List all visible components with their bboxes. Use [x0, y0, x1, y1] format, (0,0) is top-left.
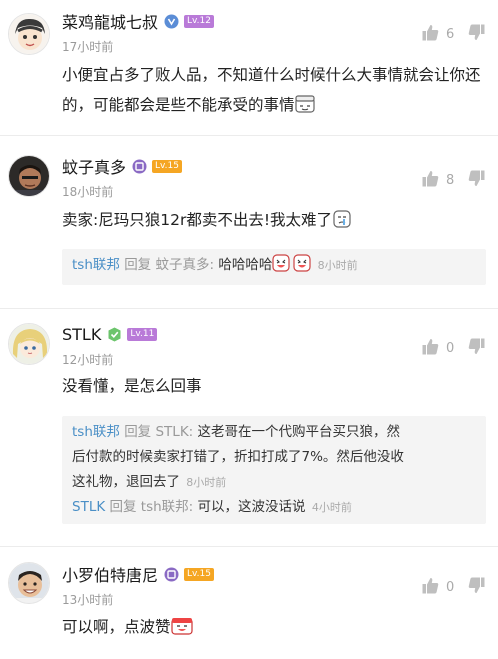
crying-emoji-icon	[332, 208, 352, 238]
comment-item: 菜鸡龍城七叔 Lv.12 17小时前 6 小便宜占多了败人品，不知道什么时候什么…	[0, 0, 498, 140]
laugh-emoji-icon	[293, 254, 311, 281]
reply-item: tsh联邦 回复 STLK: 这老哥在一个代购平台买只狼，然 后付款的时候卖家打…	[72, 420, 476, 495]
reply-word: 回复	[109, 499, 137, 515]
reply-text: 后付款的时候卖家打错了，折扣打成了7%。然后他没收	[72, 449, 404, 465]
comment-item: 蚊子真多 Lv.15 18小时前 8 卖家:尼玛只狼12r都卖不出去!我太难了 …	[0, 135, 498, 315]
reply-word: 回复	[124, 257, 152, 273]
reply-target[interactable]: STLK:	[155, 424, 193, 440]
thumb-down-icon	[468, 577, 485, 598]
reply-box: tsh联邦 回复 STLK: 这老哥在一个代购平台买只狼，然 后付款的时候卖家打…	[62, 416, 486, 524]
username[interactable]: 蚊子真多	[62, 154, 126, 178]
verified-badge-icon	[132, 159, 147, 174]
dislike-button[interactable]	[468, 338, 485, 359]
verified-badge-icon	[164, 14, 179, 29]
reply-word: 回复	[124, 424, 152, 440]
comment-text: 小便宜占多了败人品，不知道什么时候什么大事情就会让你还的，可能都会是些不能承受的…	[62, 60, 490, 123]
like-count: 6	[446, 27, 455, 42]
like-button[interactable]: 0	[422, 338, 456, 359]
thumb-up-icon	[422, 24, 439, 45]
like-count: 0	[446, 580, 455, 595]
emoji-icon	[294, 93, 315, 123]
thumb-up-icon	[422, 338, 439, 359]
verified-badge-icon	[107, 327, 122, 342]
comment-time: 12小时前	[62, 353, 114, 367]
reply-target[interactable]: tsh联邦:	[141, 499, 193, 515]
username[interactable]: 菜鸡龍城七叔	[62, 9, 158, 33]
thumb-up-icon	[422, 577, 439, 598]
dislike-button[interactable]	[468, 577, 485, 598]
username[interactable]: 小罗伯特唐尼	[62, 562, 158, 586]
comment-text-content: 卖家:尼玛只狼12r都卖不出去!我太难了	[62, 211, 333, 229]
dislike-button[interactable]	[468, 170, 485, 191]
comment-item: 小罗伯特唐尼 Lv.15 13小时前 0 可以啊，点波赞	[0, 546, 498, 659]
thumb-down-icon	[468, 24, 485, 45]
reply-item: tsh联邦 回复 蚊子真多: 哈哈哈哈 8小时前	[72, 253, 476, 281]
reply-box: tsh联邦 回复 蚊子真多: 哈哈哈哈 8小时前	[62, 249, 486, 285]
avatar[interactable]	[8, 155, 50, 197]
reply-target[interactable]: 蚊子真多:	[155, 257, 214, 273]
reply-text: 哈哈哈哈	[218, 257, 273, 273]
level-badge: Lv.12	[184, 14, 214, 28]
laugh-emoji-icon	[272, 254, 290, 281]
reply-username[interactable]: tsh联邦	[72, 257, 120, 273]
dislike-button[interactable]	[468, 24, 485, 45]
like-count: 0	[446, 341, 455, 356]
reply-username[interactable]: tsh联邦	[72, 424, 120, 440]
avatar[interactable]	[8, 562, 50, 604]
reply-username[interactable]: STLK	[72, 499, 105, 515]
reply-time: 8小时前	[317, 259, 358, 272]
comment-time: 13小时前	[62, 593, 114, 607]
comment-text: 没看懂，是怎么回事	[62, 371, 490, 401]
like-button[interactable]: 8	[422, 170, 456, 191]
reply-text: 这礼物，退回去了	[72, 474, 180, 490]
like-count: 8	[446, 173, 455, 188]
level-badge: Lv.11	[127, 327, 158, 341]
reply-text: 这老哥在一个代购平台买只狼，然	[197, 424, 401, 440]
comment-text-content: 可以啊，点波赞	[62, 618, 171, 636]
comment-text-content: 小便宜占多了败人品，不知道什么时候什么大事情就会让你还的，可能都会是些不能承受的…	[62, 66, 481, 114]
avatar[interactable]	[8, 323, 50, 365]
username[interactable]: STLK	[62, 325, 101, 344]
thumb-up-icon	[422, 170, 439, 191]
level-badge: Lv.15	[184, 567, 214, 581]
reply-time: 4小时前	[311, 501, 352, 514]
thumb-down-icon	[468, 338, 485, 359]
reply-item: STLK 回复 tsh联邦: 可以，这波没话说 4小时前	[72, 495, 476, 520]
thumb-down-icon	[468, 170, 485, 191]
reply-time: 8小时前	[186, 476, 227, 489]
comment-item: STLK Lv.11 12小时前 0 没看懂，是怎么回事 tsh联邦 回复 ST…	[0, 308, 498, 548]
verified-badge-icon	[164, 567, 179, 582]
comment-text: 卖家:尼玛只狼12r都卖不出去!我太难了	[62, 205, 490, 238]
reply-text: 可以，这波没话说	[197, 499, 306, 515]
like-button[interactable]: 0	[422, 577, 456, 598]
comment-text-content: 没看懂，是怎么回事	[62, 377, 202, 395]
comment-text: 可以啊，点波赞	[62, 612, 490, 645]
comment-time: 18小时前	[62, 185, 114, 199]
comment-time: 17小时前	[62, 40, 114, 54]
level-badge: Lv.15	[152, 159, 182, 173]
like-button[interactable]: 6	[422, 24, 456, 45]
red-envelope-emoji-icon	[170, 615, 193, 645]
avatar[interactable]	[8, 13, 50, 55]
